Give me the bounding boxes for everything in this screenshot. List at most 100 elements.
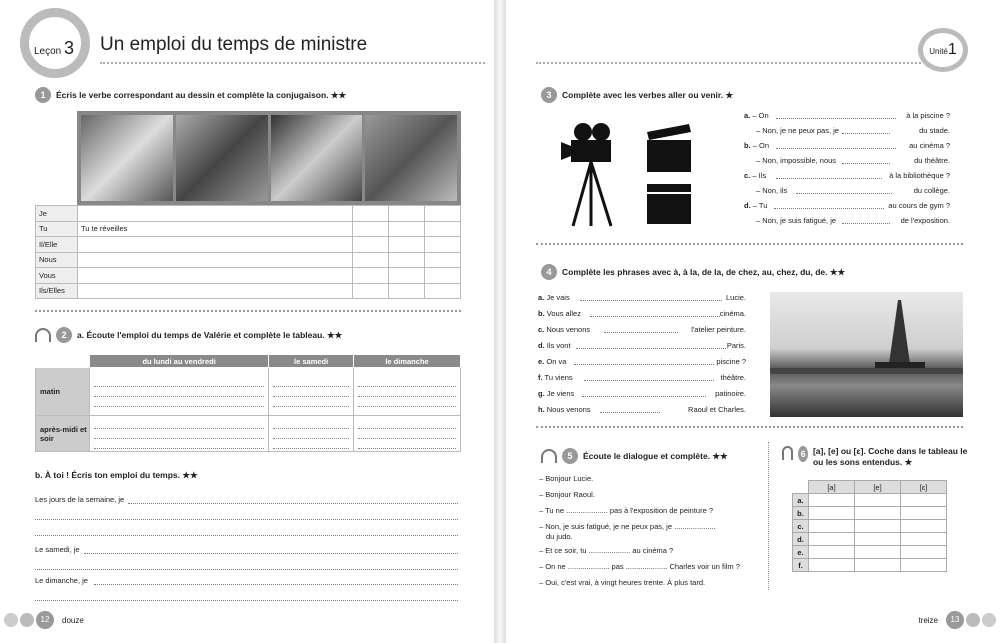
item-end: Paris.	[726, 341, 746, 350]
answer-cell[interactable]	[77, 282, 353, 299]
blank[interactable]	[600, 412, 660, 413]
blank[interactable]	[796, 193, 892, 194]
checkbox-cell[interactable]	[900, 506, 947, 520]
blank[interactable]	[776, 148, 896, 149]
table-row: Il/Elle	[35, 236, 462, 253]
answer-cell[interactable]	[423, 282, 462, 299]
checkbox-cell[interactable]	[900, 519, 947, 533]
answer-cell[interactable]	[353, 367, 461, 416]
answer-cell[interactable]	[351, 220, 389, 237]
blank[interactable]	[842, 133, 890, 134]
blank[interactable]	[776, 178, 882, 179]
dialogue-line[interactable]: – Tu ne .................... pas à l'exp…	[539, 506, 713, 515]
checkbox-cell[interactable]	[854, 519, 901, 533]
answer-cell[interactable]	[387, 205, 425, 222]
item-start: Tu viens	[544, 373, 573, 382]
checkbox-cell[interactable]	[854, 558, 901, 572]
checkbox-cell[interactable]	[808, 532, 855, 546]
checkbox-cell[interactable]	[808, 519, 855, 533]
ex2-number: 2	[56, 327, 72, 343]
table-row: matin	[35, 367, 461, 416]
answer-cell[interactable]	[77, 205, 353, 222]
answer-cell[interactable]	[387, 267, 425, 284]
checkbox-cell[interactable]	[900, 545, 947, 559]
unit-number: 1	[947, 41, 957, 58]
checkbox-cell[interactable]	[854, 532, 901, 546]
checkbox-cell[interactable]	[854, 493, 901, 507]
ex2-instruction-b: b. À toi ! Écris ton emploi du temps. ★★	[35, 470, 198, 480]
checkbox-cell[interactable]	[808, 493, 855, 507]
checkbox-cell[interactable]	[900, 558, 947, 572]
item-end: cinéma.	[719, 309, 746, 318]
checkbox-cell[interactable]	[900, 493, 947, 507]
answer-cell[interactable]	[268, 415, 355, 452]
answer-cell[interactable]	[423, 267, 462, 284]
answer-cell[interactable]	[353, 415, 461, 452]
item-letter: b.	[744, 141, 751, 150]
dialogue-line[interactable]: – On ne .................... pas .......…	[539, 562, 740, 571]
answer-cell[interactable]	[77, 267, 353, 284]
answer-cell[interactable]	[387, 236, 425, 253]
answer-cell[interactable]	[77, 251, 353, 268]
answer-cell[interactable]	[387, 220, 425, 237]
checkbox-cell[interactable]	[854, 506, 901, 520]
item-letter: d.	[744, 201, 751, 210]
write-line[interactable]	[35, 535, 458, 536]
page-word: douze	[62, 615, 84, 625]
item-letter: g.	[538, 389, 545, 398]
write-line[interactable]	[35, 519, 458, 520]
pronoun-cell: Il/Elle	[35, 236, 78, 253]
pronoun-cell: Tu	[35, 220, 78, 237]
write-line[interactable]	[35, 569, 458, 570]
blank[interactable]	[842, 163, 890, 164]
column-header: le dimanche	[353, 354, 461, 368]
checkbox-cell[interactable]	[900, 532, 947, 546]
item-end: Raoul et Charles.	[688, 405, 746, 414]
write-line[interactable]	[94, 584, 458, 585]
page-footer-right: treize 13	[918, 611, 996, 629]
answer-cell[interactable]	[387, 282, 425, 299]
answer-cell[interactable]	[88, 415, 270, 452]
answer-cell[interactable]	[351, 251, 389, 268]
item-letter: a.	[538, 293, 545, 302]
footer-dot	[966, 613, 980, 627]
answer-cell[interactable]	[387, 251, 425, 268]
ex2-instruction-a: a. Écoute l'emploi du temps de Valérie e…	[77, 329, 343, 340]
blank[interactable]	[776, 118, 896, 119]
write-line[interactable]	[84, 553, 458, 554]
blank[interactable]	[842, 223, 890, 224]
checkbox-cell[interactable]	[808, 558, 855, 572]
answer-cell[interactable]	[77, 236, 353, 253]
ex3-number: 3	[541, 87, 557, 103]
ex6-number: 6	[798, 446, 808, 462]
section-divider	[536, 426, 963, 428]
answer-cell[interactable]	[351, 236, 389, 253]
answer-cell[interactable]	[423, 220, 462, 237]
dialogue-line[interactable]: – Et ce soir, tu .................... au…	[539, 546, 673, 555]
ex5-instruction: Écoute le dialogue et complète. ★★	[583, 450, 728, 461]
answer-cell[interactable]	[268, 367, 355, 416]
blank[interactable]	[774, 208, 884, 209]
checkbox-cell[interactable]	[808, 506, 855, 520]
row-label: matin	[35, 367, 90, 416]
answer-cell[interactable]	[88, 367, 270, 416]
answer-cell[interactable]	[423, 236, 462, 253]
paris-photo	[770, 292, 963, 417]
answer-cell[interactable]	[351, 205, 389, 222]
answer-cell[interactable]	[423, 205, 462, 222]
answer-cell[interactable]	[351, 267, 389, 284]
pronoun-cell: Vous	[35, 267, 78, 284]
item-start: Vous allez	[546, 309, 581, 318]
write-line[interactable]	[35, 600, 458, 601]
table-row: b.	[792, 506, 947, 520]
answer-cell[interactable]	[423, 251, 462, 268]
headphones-icon	[35, 328, 51, 342]
dialogue-line[interactable]: – Non, je suis fatigué, je ne peux pas, …	[539, 522, 716, 531]
checkbox-cell[interactable]	[854, 545, 901, 559]
write-line[interactable]	[128, 503, 458, 504]
ex6-instruction: [a], [e] ou [ɛ]. Coche dans le tableau l…	[812, 446, 968, 467]
item-letter: d.	[538, 341, 545, 350]
checkbox-cell[interactable]	[808, 545, 855, 559]
answer-cell[interactable]	[351, 282, 389, 299]
row-label: f.	[792, 558, 809, 572]
